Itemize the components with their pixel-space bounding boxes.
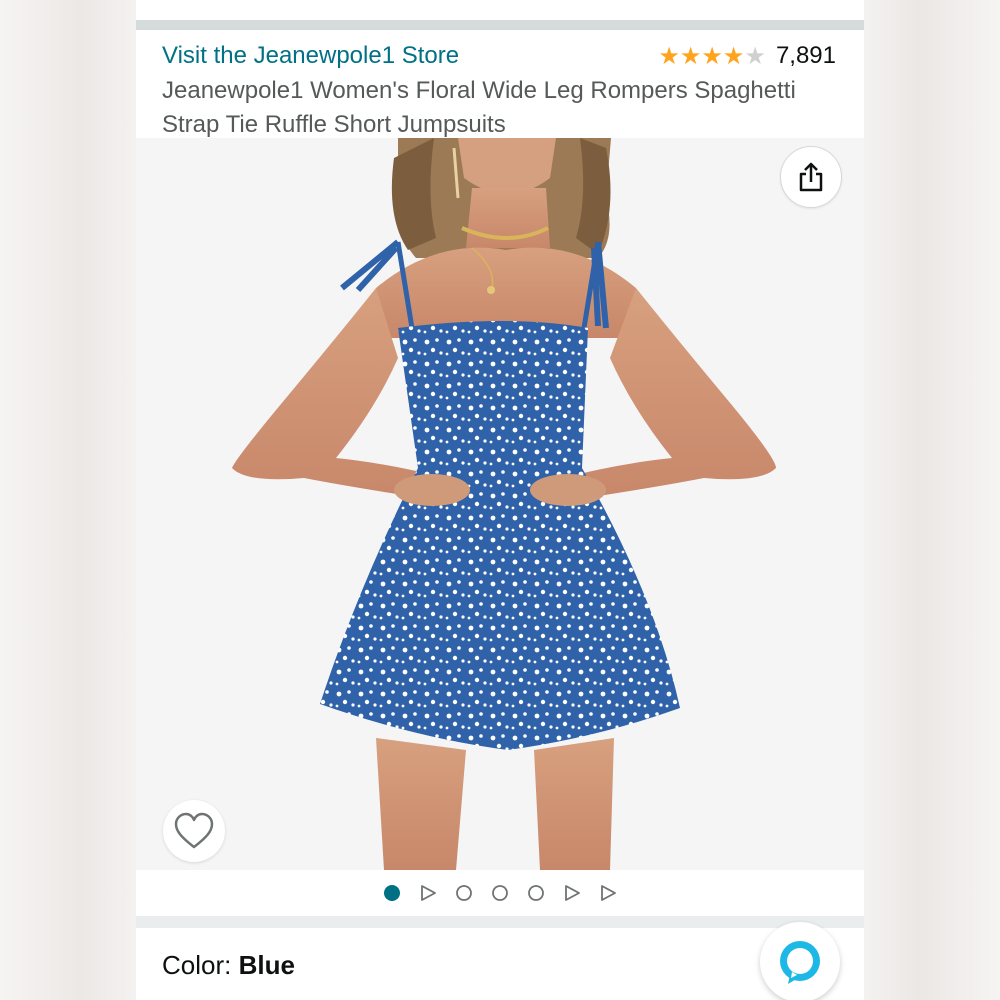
left-background bbox=[0, 0, 136, 1000]
share-icon bbox=[799, 162, 823, 192]
color-selection: Color: Blue bbox=[162, 950, 295, 981]
play-icon bbox=[421, 885, 436, 901]
star-filled-icon: ★ bbox=[679, 42, 702, 70]
section-divider bbox=[136, 916, 864, 928]
star-empty-icon: ★ bbox=[744, 42, 766, 70]
right-background bbox=[864, 0, 1000, 1000]
product-photo bbox=[136, 138, 864, 870]
rating-count[interactable]: 7,891 bbox=[776, 42, 836, 70]
star-rating: ★ ★ ★ ★ ★ bbox=[658, 44, 766, 68]
carousel-video-indicator[interactable] bbox=[599, 884, 617, 902]
header-divider bbox=[136, 20, 864, 30]
image-carousel-indicators bbox=[136, 870, 864, 916]
star-filled-icon: ★ bbox=[722, 42, 745, 70]
carousel-video-indicator[interactable] bbox=[563, 884, 581, 902]
carousel-dot[interactable] bbox=[455, 884, 473, 902]
product-title: Jeanewpole1 Women's Floral Wide Leg Romp… bbox=[162, 77, 796, 138]
dot-icon bbox=[492, 885, 508, 901]
star-filled-icon: ★ bbox=[658, 42, 680, 70]
carousel-video-indicator[interactable] bbox=[419, 884, 437, 902]
dot-icon bbox=[456, 885, 472, 901]
star-filled-icon: ★ bbox=[701, 42, 723, 70]
wishlist-button[interactable] bbox=[163, 800, 225, 862]
alexa-icon bbox=[780, 941, 820, 984]
product-image[interactable] bbox=[136, 138, 864, 870]
product-panel: Visit the Jeanewpole1 Store ★ ★ ★ ★ ★ 7,891 … bbox=[136, 0, 864, 1000]
rating-summary[interactable]: ★ ★ ★ ★ ★ 7,891 bbox=[658, 40, 836, 72]
play-icon bbox=[565, 885, 580, 901]
play-icon bbox=[601, 885, 616, 901]
color-label: Color: bbox=[162, 950, 232, 980]
dot-icon bbox=[384, 885, 400, 901]
carousel-dot[interactable] bbox=[527, 884, 545, 902]
store-link[interactable]: Visit the Jeanewpole1 Store bbox=[162, 40, 459, 72]
carousel-dot[interactable] bbox=[491, 884, 509, 902]
alexa-button[interactable] bbox=[760, 922, 840, 1000]
carousel-dot-active[interactable] bbox=[383, 884, 401, 902]
heart-icon bbox=[174, 812, 214, 849]
share-button[interactable] bbox=[780, 146, 842, 208]
dot-icon bbox=[528, 885, 544, 901]
color-value: Blue bbox=[238, 950, 295, 980]
top-strip bbox=[136, 0, 864, 20]
